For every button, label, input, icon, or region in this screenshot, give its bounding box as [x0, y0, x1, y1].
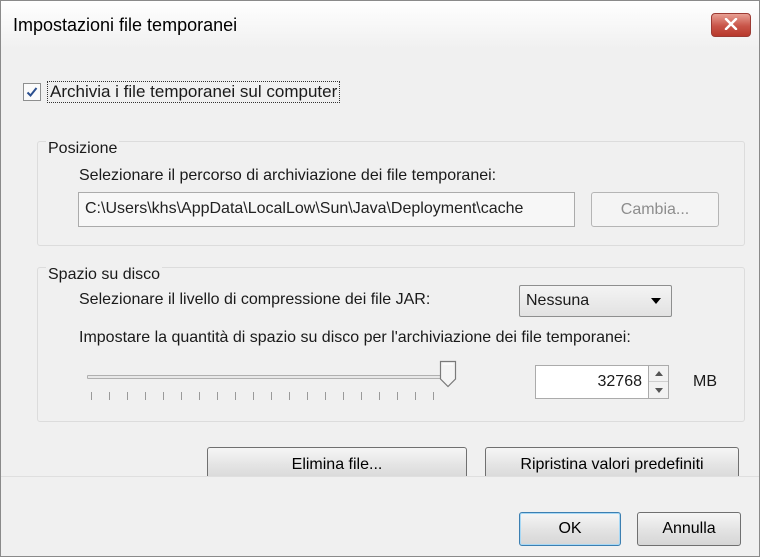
- space-label: Impostare la quantità di spazio su disco…: [79, 329, 631, 346]
- chevron-up-icon: [654, 371, 663, 376]
- close-icon: [724, 15, 738, 35]
- close-button[interactable]: [711, 13, 751, 37]
- ok-button[interactable]: OK: [519, 512, 621, 546]
- position-group-title: Posizione: [46, 140, 120, 158]
- keep-files-label: Archivia i file temporanei sul computer: [47, 81, 341, 103]
- space-value-input[interactable]: 32768: [535, 365, 649, 399]
- space-slider-thumb[interactable]: [439, 360, 457, 388]
- spin-down-button[interactable]: [649, 382, 668, 398]
- compression-select[interactable]: Nessuna: [519, 285, 672, 317]
- change-location-button[interactable]: Cambia...: [591, 192, 719, 227]
- chevron-down-icon: [651, 298, 661, 304]
- dialog-window: Impostazioni file temporanei Archivia i …: [0, 0, 760, 557]
- cache-path-field[interactable]: C:\Users\khs\AppData\LocalLow\Sun\Java\D…: [78, 192, 575, 227]
- space-spinner: [649, 365, 669, 399]
- compression-label: Selezionare il livello di compressione d…: [79, 291, 431, 308]
- space-unit-label: MB: [693, 373, 717, 390]
- chevron-down-icon: [654, 387, 663, 393]
- title-bar: Impostazioni file temporanei: [1, 1, 759, 49]
- space-slider-ticks: [91, 392, 451, 400]
- compression-selected-value: Nessuna: [526, 292, 590, 309]
- dialog-footer: OK Annulla: [1, 476, 759, 556]
- disk-space-group-title: Spazio su disco: [46, 266, 163, 284]
- position-instruction: Selezionare il percorso di archiviazione…: [79, 167, 497, 184]
- keep-files-option[interactable]: Archivia i file temporanei sul computer: [23, 81, 341, 103]
- dialog-content: Archivia i file temporanei sul computer …: [1, 49, 759, 483]
- space-slider-track[interactable]: [87, 375, 451, 379]
- window-title: Impostazioni file temporanei: [13, 15, 238, 35]
- spin-up-button[interactable]: [649, 366, 668, 382]
- keep-files-checkbox[interactable]: [23, 83, 41, 101]
- cancel-button[interactable]: Annulla: [637, 512, 741, 546]
- checkmark-icon: [26, 87, 38, 97]
